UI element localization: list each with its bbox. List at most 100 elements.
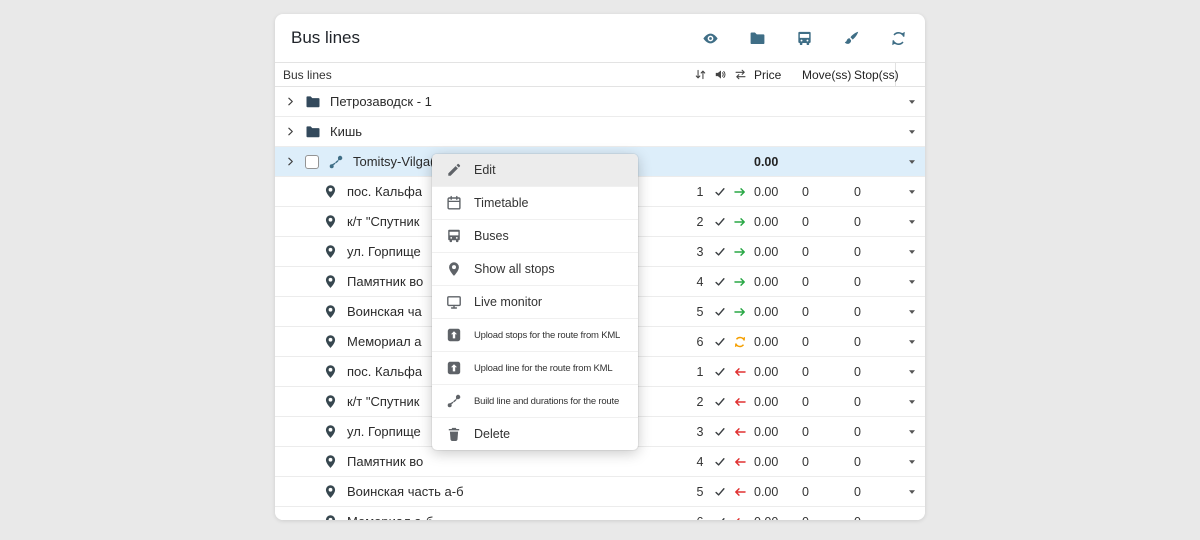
caret-down-icon[interactable] xyxy=(907,307,917,317)
caret-down-icon[interactable] xyxy=(907,277,917,287)
caret-down-icon[interactable] xyxy=(907,217,917,227)
caret-down-icon[interactable] xyxy=(907,127,917,137)
direction-cell xyxy=(730,275,750,289)
folder-row[interactable]: Петрозаводск - 1 xyxy=(275,87,925,117)
row-label: ул. Горпище xyxy=(347,424,421,439)
check-cell xyxy=(710,456,730,468)
menu-item-delete[interactable]: Delete xyxy=(432,418,638,450)
caret-down-icon[interactable] xyxy=(907,187,917,197)
caret-down-icon[interactable] xyxy=(907,427,917,437)
chevron-right-icon[interactable] xyxy=(285,126,296,137)
stop-value: 0 xyxy=(846,485,896,499)
direction-cell xyxy=(730,185,750,199)
price-value: 0.00 xyxy=(750,485,794,499)
caret-down-icon[interactable] xyxy=(907,457,917,467)
stop-row[interactable]: Воинская часть а-б50.0000 xyxy=(275,477,925,507)
row-label: Воинская ча xyxy=(347,304,422,319)
price-value: 0.00 xyxy=(750,335,794,349)
chevron-right-icon[interactable] xyxy=(285,156,296,167)
caret-cell xyxy=(896,307,925,317)
menu-item-buses[interactable]: Buses xyxy=(432,220,638,253)
monitor-icon xyxy=(446,294,462,310)
menu-item-upload-line-for-the-route-from-kml[interactable]: Upload line for the route from KML xyxy=(432,352,638,385)
upload-icon xyxy=(446,360,462,376)
caret-cell xyxy=(896,367,925,377)
eye-icon[interactable] xyxy=(702,30,719,47)
bus-icon[interactable] xyxy=(796,30,813,47)
context-menu: EditTimetable Buses Show all stops Live mon… xyxy=(432,154,638,450)
check-cell xyxy=(710,336,730,348)
check-icon xyxy=(714,276,726,288)
folder-icon[interactable] xyxy=(749,30,766,47)
pin-icon xyxy=(323,424,338,439)
price-value: 0.00 xyxy=(750,365,794,379)
brush-icon[interactable] xyxy=(843,30,860,47)
menu-item-label: Show all stops xyxy=(474,262,555,276)
arrow-right-icon xyxy=(733,245,747,259)
price-value: 0.00 xyxy=(750,455,794,469)
menu-item-label: Build line and durations for the route xyxy=(474,396,619,407)
menu-item-upload-stops-for-the-route-from-kml[interactable]: Upload stops for the route from KML xyxy=(432,319,638,352)
stop-number: 5 xyxy=(690,305,710,319)
caret-down-icon[interactable] xyxy=(907,337,917,347)
tree-cell: Петрозаводск - 1 xyxy=(275,94,690,110)
caret-down-icon[interactable] xyxy=(907,247,917,257)
pin-icon xyxy=(323,214,338,229)
menu-item-timetable[interactable]: Timetable xyxy=(432,187,638,220)
stop-value: 0 xyxy=(846,455,896,469)
caret-cell xyxy=(896,217,925,227)
direction-cell xyxy=(730,515,750,521)
folder-row[interactable]: Кишь xyxy=(275,117,925,147)
arrow-right-icon xyxy=(733,215,747,229)
caret-cell xyxy=(896,517,925,521)
price-value: 0.00 xyxy=(750,395,794,409)
chevron-right-icon[interactable] xyxy=(285,96,296,107)
stop-row[interactable]: Памятник во40.0000 xyxy=(275,447,925,477)
stop-number: 2 xyxy=(690,215,710,229)
stop-row[interactable]: Мемориал а-б60.0000 xyxy=(275,507,925,520)
menu-item-edit[interactable]: Edit xyxy=(432,154,638,187)
swap-icon[interactable] xyxy=(734,68,747,81)
stop-number: 4 xyxy=(690,455,710,469)
caret-down-icon[interactable] xyxy=(907,517,917,521)
column-direction xyxy=(730,68,750,81)
bus-icon xyxy=(446,228,462,244)
stop-number: 4 xyxy=(690,275,710,289)
caret-down-icon[interactable] xyxy=(907,397,917,407)
row-checkbox[interactable] xyxy=(305,155,319,169)
speaker-icon[interactable] xyxy=(714,68,727,81)
arrow-left-icon xyxy=(733,395,747,409)
move-value: 0 xyxy=(794,275,846,289)
stop-value: 0 xyxy=(846,245,896,259)
caret-cell xyxy=(896,97,925,107)
menu-item-label: Upload line for the route from KML xyxy=(474,363,612,374)
tree-cell: Мемориал а-б xyxy=(275,514,690,520)
direction-cell xyxy=(730,395,750,409)
menu-item-build-line-and-durations-for-the-route[interactable]: Build line and durations for the route xyxy=(432,385,638,418)
move-value: 0 xyxy=(794,215,846,229)
pin-icon xyxy=(323,484,338,499)
pin-icon xyxy=(323,514,338,520)
check-cell xyxy=(710,396,730,408)
pin-icon xyxy=(323,184,338,199)
trash-icon xyxy=(446,426,462,442)
row-label: к/т "Спутник xyxy=(347,214,420,229)
route-icon xyxy=(328,154,344,170)
move-value: 0 xyxy=(794,455,846,469)
caret-down-icon[interactable] xyxy=(907,157,917,167)
column-announce xyxy=(710,68,730,81)
upload-icon xyxy=(446,327,462,343)
stop-number: 1 xyxy=(690,365,710,379)
direction-cell xyxy=(730,485,750,499)
caret-down-icon[interactable] xyxy=(907,97,917,107)
menu-item-label: Buses xyxy=(474,229,509,243)
menu-item-show-all-stops[interactable]: Show all stops xyxy=(432,253,638,286)
menu-item-live-monitor[interactable]: Live monitor xyxy=(432,286,638,319)
caret-down-icon[interactable] xyxy=(907,367,917,377)
price-value: 0.00 xyxy=(750,515,794,521)
check-icon xyxy=(714,246,726,258)
row-label: Мемориал а-б xyxy=(347,514,433,520)
sort-icon[interactable] xyxy=(694,68,707,81)
refresh-icon[interactable] xyxy=(890,30,907,47)
caret-down-icon[interactable] xyxy=(907,487,917,497)
